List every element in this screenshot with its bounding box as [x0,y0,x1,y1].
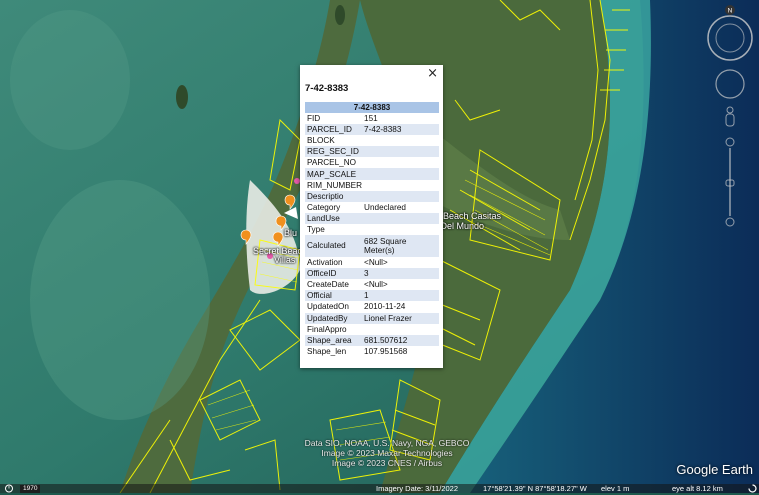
attribute-row: OfficeID 3 [305,268,439,280]
status-bar: Imagery Date: 3/11/2022 17°58'21.39" N 8… [0,484,759,493]
attribute-value [362,146,439,158]
attribute-row: UpdatedBy Lionel Frazer [305,312,439,324]
attribute-row: FinalAppro [305,324,439,335]
close-icon[interactable]: × [427,66,438,81]
attribute-row: Official 1 [305,290,439,302]
attribute-row: Calculated 682 Square Meter(s) [305,235,439,258]
attribute-value: <Null> [364,258,388,268]
attribute-key: Category [307,202,341,212]
historical-imagery-icon[interactable] [4,484,14,495]
attribute-table-header: 7-42-8383 [305,102,439,113]
attribute-row: LandUse [305,212,439,224]
imagery-date: Imagery Date: 3/11/2022 [376,484,458,493]
attribute-value: 151 [364,114,378,124]
attribute-value: 1 [362,290,439,302]
attribute-key: REG_SEC_ID [305,146,363,158]
attribute-key: BLOCK [307,136,335,146]
attribute-value: 107.951568 [364,346,408,356]
attribute-row: Activation <Null> [305,257,439,268]
attribute-value [362,212,439,224]
attribute-value [362,324,439,335]
attribute-key: FinalAppro [307,324,347,334]
attribute-key: PARCEL_ID [305,124,363,136]
attribute-value: Undeclared [364,202,406,212]
attribute-value: Lionel Frazer [362,312,439,324]
map-label-villas[interactable]: Villas [274,255,295,265]
elevation-readout: elev 1 m [601,484,630,493]
attribute-key: OfficeID [305,268,363,280]
attribute-key: Type [307,224,325,234]
popup-title: 7-42-8383 [305,83,349,94]
credit-line-data: Data SIO, NOAA, U.S. Navy, NGA, GEBCO [304,438,470,448]
navigation-controls: N [704,2,756,234]
zoom-slider[interactable] [725,137,735,227]
loading-spinner-icon [748,484,757,495]
map-label-casitas[interactable]: et Beach Casitas [433,211,501,221]
attribute-row: PARCEL_NO [305,157,439,168]
attribute-key: Shape_len [307,346,347,356]
attribute-row: Descriptio [305,190,439,202]
historical-year-badge[interactable]: 1970 [20,485,41,493]
attribute-key: Official [305,290,363,302]
attribute-row: REG_SEC_ID [305,146,439,158]
attribute-row: Type [305,224,439,235]
attribute-key: CreateDate [307,280,349,290]
attribute-key: Activation [307,258,343,268]
credit-line-maxar: Image © 2023 Maxar Technologies [321,448,453,458]
attribute-value: 3 [362,268,439,280]
attribute-key: MAP_SCALE [305,168,363,180]
attribute-value: 2010-11-24 [364,302,406,312]
attribute-key: PARCEL_NO [307,158,356,168]
attribute-row: FID 151 [305,113,439,124]
parcel-info-popup: × 7-42-8383 7-42-8383 FID 151 PARCEL_ID 7-4… [300,65,443,368]
look-joystick-icon[interactable] [715,69,745,99]
attribute-key: LandUse [305,212,363,224]
coordinates-readout: 17°58'21.39" N 87°58'18.27" W [483,484,587,493]
attribute-value [362,190,439,202]
map-label-blu[interactable]: Blu [284,228,297,238]
attribute-row: RIM_NUMBER [305,180,439,191]
attribute-key: RIM_NUMBER [307,180,363,190]
attribute-value: 682 Square Meter(s) [362,235,439,258]
attribute-value [362,224,439,235]
attribute-value: 681.507612 [362,334,439,346]
attribute-key: Calculated [305,235,363,258]
attribute-row: BLOCK [305,135,439,146]
attribute-key: UpdatedBy [305,312,363,324]
attribute-key: UpdatedOn [307,302,349,312]
attribute-value [362,180,439,191]
attribute-row: CreateDate <Null> [305,279,439,290]
attribute-value [362,135,439,146]
credit-line-cnes: Image © 2023 CNES / Airbus [331,458,443,468]
eye-altitude-readout: eye alt 8.12 km [672,484,723,493]
imagery-credits: Data SIO, NOAA, U.S. Navy, NGA, GEBCO Im… [292,438,482,468]
attribute-row: UpdatedOn 2010-11-24 [305,301,439,312]
attribute-row: MAP_SCALE [305,168,439,180]
attribute-row: Shape_len 107.951568 [305,346,439,357]
attribute-value: 7-42-8383 [362,124,439,136]
attribute-value: <Null> [364,280,388,290]
attribute-row: Shape_area 681.507612 [305,334,439,346]
attribute-value [362,168,439,180]
north-indicator[interactable]: N [728,8,733,15]
street-view-pegman-icon[interactable] [725,106,735,127]
attribute-value [362,157,439,168]
attribute-row: Category Undeclared [305,202,439,213]
attribute-row: PARCEL_ID 7-42-8383 [305,124,439,136]
attribute-key: Descriptio [305,190,363,202]
google-earth-logo: Google Earth [676,462,753,477]
attribute-key: FID [307,114,321,124]
attribute-key: Shape_area [305,334,363,346]
attribute-table: 7-42-8383 FID 151 PARCEL_ID 7-42-8383 BLOCK R… [305,102,439,357]
